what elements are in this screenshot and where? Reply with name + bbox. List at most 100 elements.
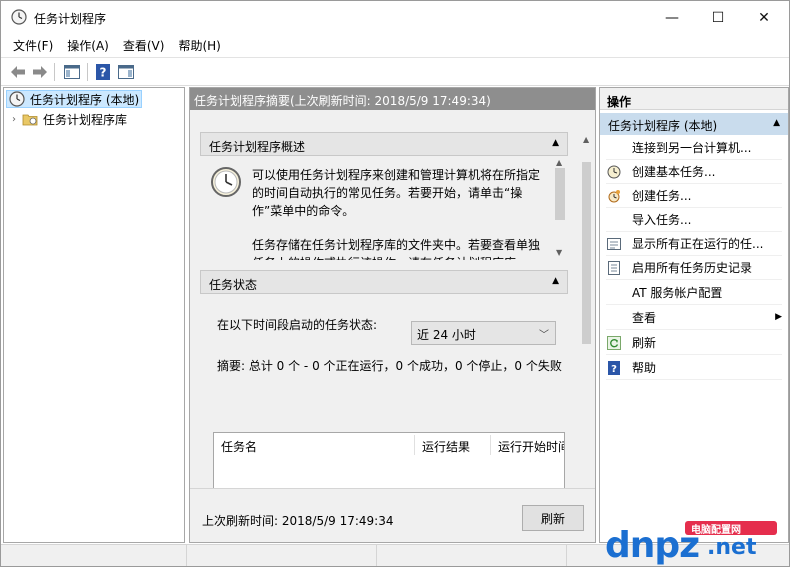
clock-icon [11,9,27,25]
minimize-button[interactable]: — [649,1,695,34]
last-refresh-time: 上次刷新时间: 2018/5/9 17:49:34 [202,514,394,528]
toolbar-separator [54,63,55,81]
chevron-down-icon: ﹀ [539,330,549,341]
tree-child-label: 任务计划程序库 [43,112,128,127]
refresh-icon [606,335,622,351]
tree-root-label: 任务计划程序 (本地) [30,92,140,107]
window-title: 任务计划程序 [34,12,107,26]
title-bar: 任务计划程序 — ☐ ✕ [1,1,789,34]
action-label: 启用所有任务历史记录 [632,261,753,275]
collapse-arrow-icon[interactable]: ▲ [773,118,780,128]
history-icon [606,260,622,276]
maximize-button[interactable]: ☐ [695,1,741,34]
period-dropdown-value: 近 24 小时 [417,328,476,342]
summary-header: 任务计划程序摘要(上次刷新时间: 2018/5/9 17:49:34) [190,88,595,110]
expand-chevron-icon[interactable]: › [12,114,16,125]
column-header-run-start-time[interactable]: 运行开始时间 [491,433,564,457]
collapse-arrow-icon[interactable]: ▲ [552,138,559,148]
scroll-up-arrow-icon[interactable]: ▲ [583,135,589,144]
actions-group-header[interactable]: 任务计划程序 (本地) ▲ [600,113,788,135]
action-at-service-account[interactable]: AT 服务帐户配置 [606,281,782,305]
actions-group-label: 任务计划程序 (本地) [608,119,718,133]
column-header-run-result[interactable]: 运行结果 [415,433,490,457]
close-button[interactable]: ✕ [741,1,787,34]
show-console-tree-button[interactable] [61,62,83,82]
scroll-thumb[interactable] [555,168,565,220]
toolbar-separator [87,63,88,81]
task-status-title: 任务状态 [209,278,258,292]
overview-section-header[interactable]: 任务计划程序概述 ▲ [200,132,568,156]
overview-section: 任务计划程序概述 ▲ 可以使用任务计划程序来创建和管理计算机将在所指定的时间自动… [200,132,568,260]
menu-view[interactable]: 查看(V) [117,34,171,56]
actions-header: 操作 [600,88,788,110]
clock-icon [211,167,241,197]
action-pane-icon [118,65,134,79]
scroll-thumb[interactable] [582,162,591,344]
menu-help[interactable]: 帮助(H) [172,34,226,56]
summary-scrollbar[interactable]: ▲ ▼ [578,132,595,510]
help-toolbar-button[interactable]: ? [92,62,114,82]
svg-text:?: ? [611,364,617,375]
action-create-task[interactable]: 创建任务... [606,184,782,208]
summary-footer: 上次刷新时间: 2018/5/9 17:49:34 刷新 [190,488,595,542]
running-tasks-icon [606,236,622,252]
action-label: 查看 [632,311,657,325]
collapse-arrow-icon[interactable]: ▲ [552,276,559,286]
action-label: 创建任务... [632,189,692,203]
action-import-task[interactable]: 导入任务... [606,208,782,232]
overview-content: 可以使用任务计划程序来创建和管理计算机将在所指定的时间自动执行的常见任务。若要开… [200,156,552,260]
status-summary: 摘要: 总计 0 个 - 0 个正在运行，0 个成功，0 个停止，0 个失败 [217,359,562,373]
show-action-pane-button[interactable] [115,62,137,82]
summary-pane: 任务计划程序摘要(上次刷新时间: 2018/5/9 17:49:34) 任务计划… [189,87,596,543]
back-button[interactable] [7,62,29,82]
submenu-arrow-icon: ▶ [775,312,782,322]
overview-title: 任务计划程序概述 [209,140,306,154]
clock-icon [9,91,25,107]
tree-item-library[interactable]: › 任务计划程序库 [12,110,127,128]
action-label: 创建基本任务... [632,165,716,179]
scroll-down-arrow-icon[interactable]: ▼ [556,248,562,257]
status-bar-cell [1,545,187,566]
forward-arrow-icon [33,66,47,78]
menu-file[interactable]: 文件(F) [7,34,59,56]
action-label: AT 服务帐户配置 [632,286,723,300]
action-view[interactable]: 查看 ▶ [606,306,782,330]
tree-item-scheduler-local[interactable]: 任务计划程序 (本地) [6,90,142,108]
action-label: 连接到另一台计算机... [632,141,752,155]
action-label: 导入任务... [632,213,692,227]
action-show-running-tasks[interactable]: 显示所有正在运行的任... [606,232,782,256]
status-bar-cell [377,545,567,566]
toolbar: ? [1,57,789,86]
action-label: 显示所有正在运行的任... [632,237,764,251]
console-tree-pane: 任务计划程序 (本地) › 任务计划程序库 [3,87,185,543]
action-refresh[interactable]: 刷新 [606,331,782,355]
console-tree-icon [64,65,80,79]
action-label: 帮助 [632,361,657,375]
back-arrow-icon [11,66,25,78]
overview-scrollbar[interactable]: ▲ ▼ [552,156,568,260]
task-scheduler-window: 任务计划程序 — ☐ ✕ 文件(F) 操作(A) 查看(V) 帮助(H) ? 任… [0,0,790,567]
column-header-task-name[interactable]: 任务名 [214,433,414,457]
watermark-domain: .net [707,535,757,560]
site-watermark: 电脑配置网 dnpz .net [601,521,787,566]
overview-paragraph: 可以使用任务计划程序来创建和管理计算机将在所指定的时间自动执行的常见任务。若要开… [252,168,541,218]
refresh-button[interactable]: 刷新 [522,505,584,531]
svg-text:?: ? [100,66,107,80]
task-status-section-header[interactable]: 任务状态 ▲ [200,270,568,294]
period-dropdown[interactable]: 近 24 小时 ﹀ [411,321,556,345]
forward-button[interactable] [29,62,51,82]
actions-pane: 操作 任务计划程序 (本地) ▲ 连接到另一台计算机... 创建基本任务... … [599,87,789,543]
summary-body: 任务计划程序概述 ▲ 可以使用任务计划程序来创建和管理计算机将在所指定的时间自动… [190,110,595,524]
action-create-basic-task[interactable]: 创建基本任务... [606,160,782,184]
basic-task-icon [606,164,622,180]
menu-action[interactable]: 操作(A) [61,34,115,56]
help-icon: ? [606,360,622,376]
action-enable-history[interactable]: 启用所有任务历史记录 [606,256,782,280]
period-label: 在以下时间段启动的任务状态: [217,318,378,332]
menu-bar: 文件(F) 操作(A) 查看(V) 帮助(H) [1,34,789,56]
status-bar-cell [187,545,377,566]
action-connect-computer[interactable]: 连接到另一台计算机... [606,136,782,160]
action-help[interactable]: ? 帮助 [606,356,782,380]
action-label: 刷新 [632,336,657,350]
scroll-up-arrow-icon[interactable]: ▲ [556,158,562,167]
